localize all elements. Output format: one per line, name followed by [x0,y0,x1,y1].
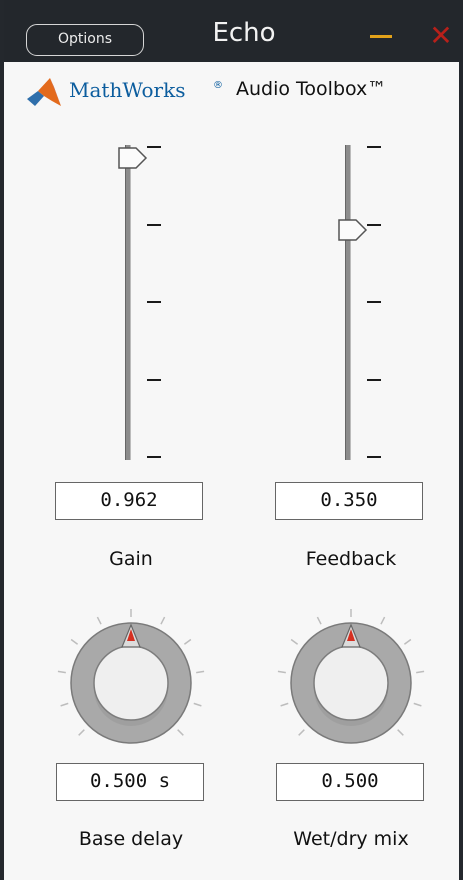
knob-tick [177,729,184,736]
knob-tick [316,616,322,625]
knob-tick [78,729,85,736]
feedback-label: Feedback [305,548,397,570]
echo-plugin-window: Options Echo ✕ MathWorks ® Audio Toolbox… [0,0,463,880]
knob-tick [416,670,425,674]
feedback-slider-thumb[interactable] [338,218,368,242]
brand-registered-mark: ® [213,80,223,91]
knob-tick [380,616,386,625]
brand-bar: MathWorks ® Audio Toolbox™ [26,74,446,114]
options-button[interactable]: Options [26,24,144,56]
knob-tick [57,670,66,674]
gain-slider-tick [147,224,161,226]
gain-slider[interactable] [88,140,168,470]
knob-tick [413,702,422,707]
knob-tick [277,670,286,674]
gain-label: Gain [109,548,153,570]
wet-dry-mix-knob-cap[interactable] [313,645,389,721]
feedback-value-field[interactable]: 0.350 [275,482,423,520]
wet-dry-mix-knob[interactable] [271,603,431,763]
gain-slider-track[interactable] [125,145,131,460]
mathworks-logo-icon [27,78,61,106]
knob-tick [193,702,202,707]
feedback-slider-tick [367,146,381,148]
gain-slider-thumb[interactable] [118,146,148,170]
window-title: Echo [212,18,276,48]
wet-dry-mix-label: Wet/dry mix [293,828,409,850]
knob-tick [196,670,205,674]
knob-tick [160,616,166,625]
knob-tick [298,729,305,736]
feedback-slider-tick [367,224,381,226]
brand-name: MathWorks [69,78,186,102]
knob-tick [96,616,102,625]
gain-slider-tick [147,146,161,148]
minimize-icon[interactable] [368,22,396,50]
feedback-slider-tick [367,379,381,381]
base-delay-knob-cap[interactable] [93,645,169,721]
feedback-slider-track[interactable] [345,145,351,460]
knob-tick [280,702,289,707]
base-delay-knob[interactable] [51,603,211,763]
knob-tick [183,638,192,645]
knob-tick [60,702,69,707]
wet-dry-mix-value-field[interactable]: 0.500 [276,763,424,801]
product-name: Audio Toolbox™ [236,78,387,100]
close-icon[interactable]: ✕ [427,22,455,50]
gain-slider-tick [147,301,161,303]
base-delay-label: Base delay [78,828,184,850]
gain-slider-tick [147,379,161,381]
base-delay-value-field[interactable]: 0.500 s [56,763,204,801]
gain-value-field[interactable]: 0.962 [55,482,203,520]
knob-tick [290,638,299,645]
knob-tick [397,729,404,736]
feedback-slider[interactable] [308,140,388,470]
title-bar[interactable]: Options Echo ✕ [4,0,463,62]
knob-tick [70,638,79,645]
knob-tick [403,638,412,645]
feedback-slider-tick [367,301,381,303]
gain-slider-tick [147,456,161,458]
feedback-slider-tick [367,456,381,458]
